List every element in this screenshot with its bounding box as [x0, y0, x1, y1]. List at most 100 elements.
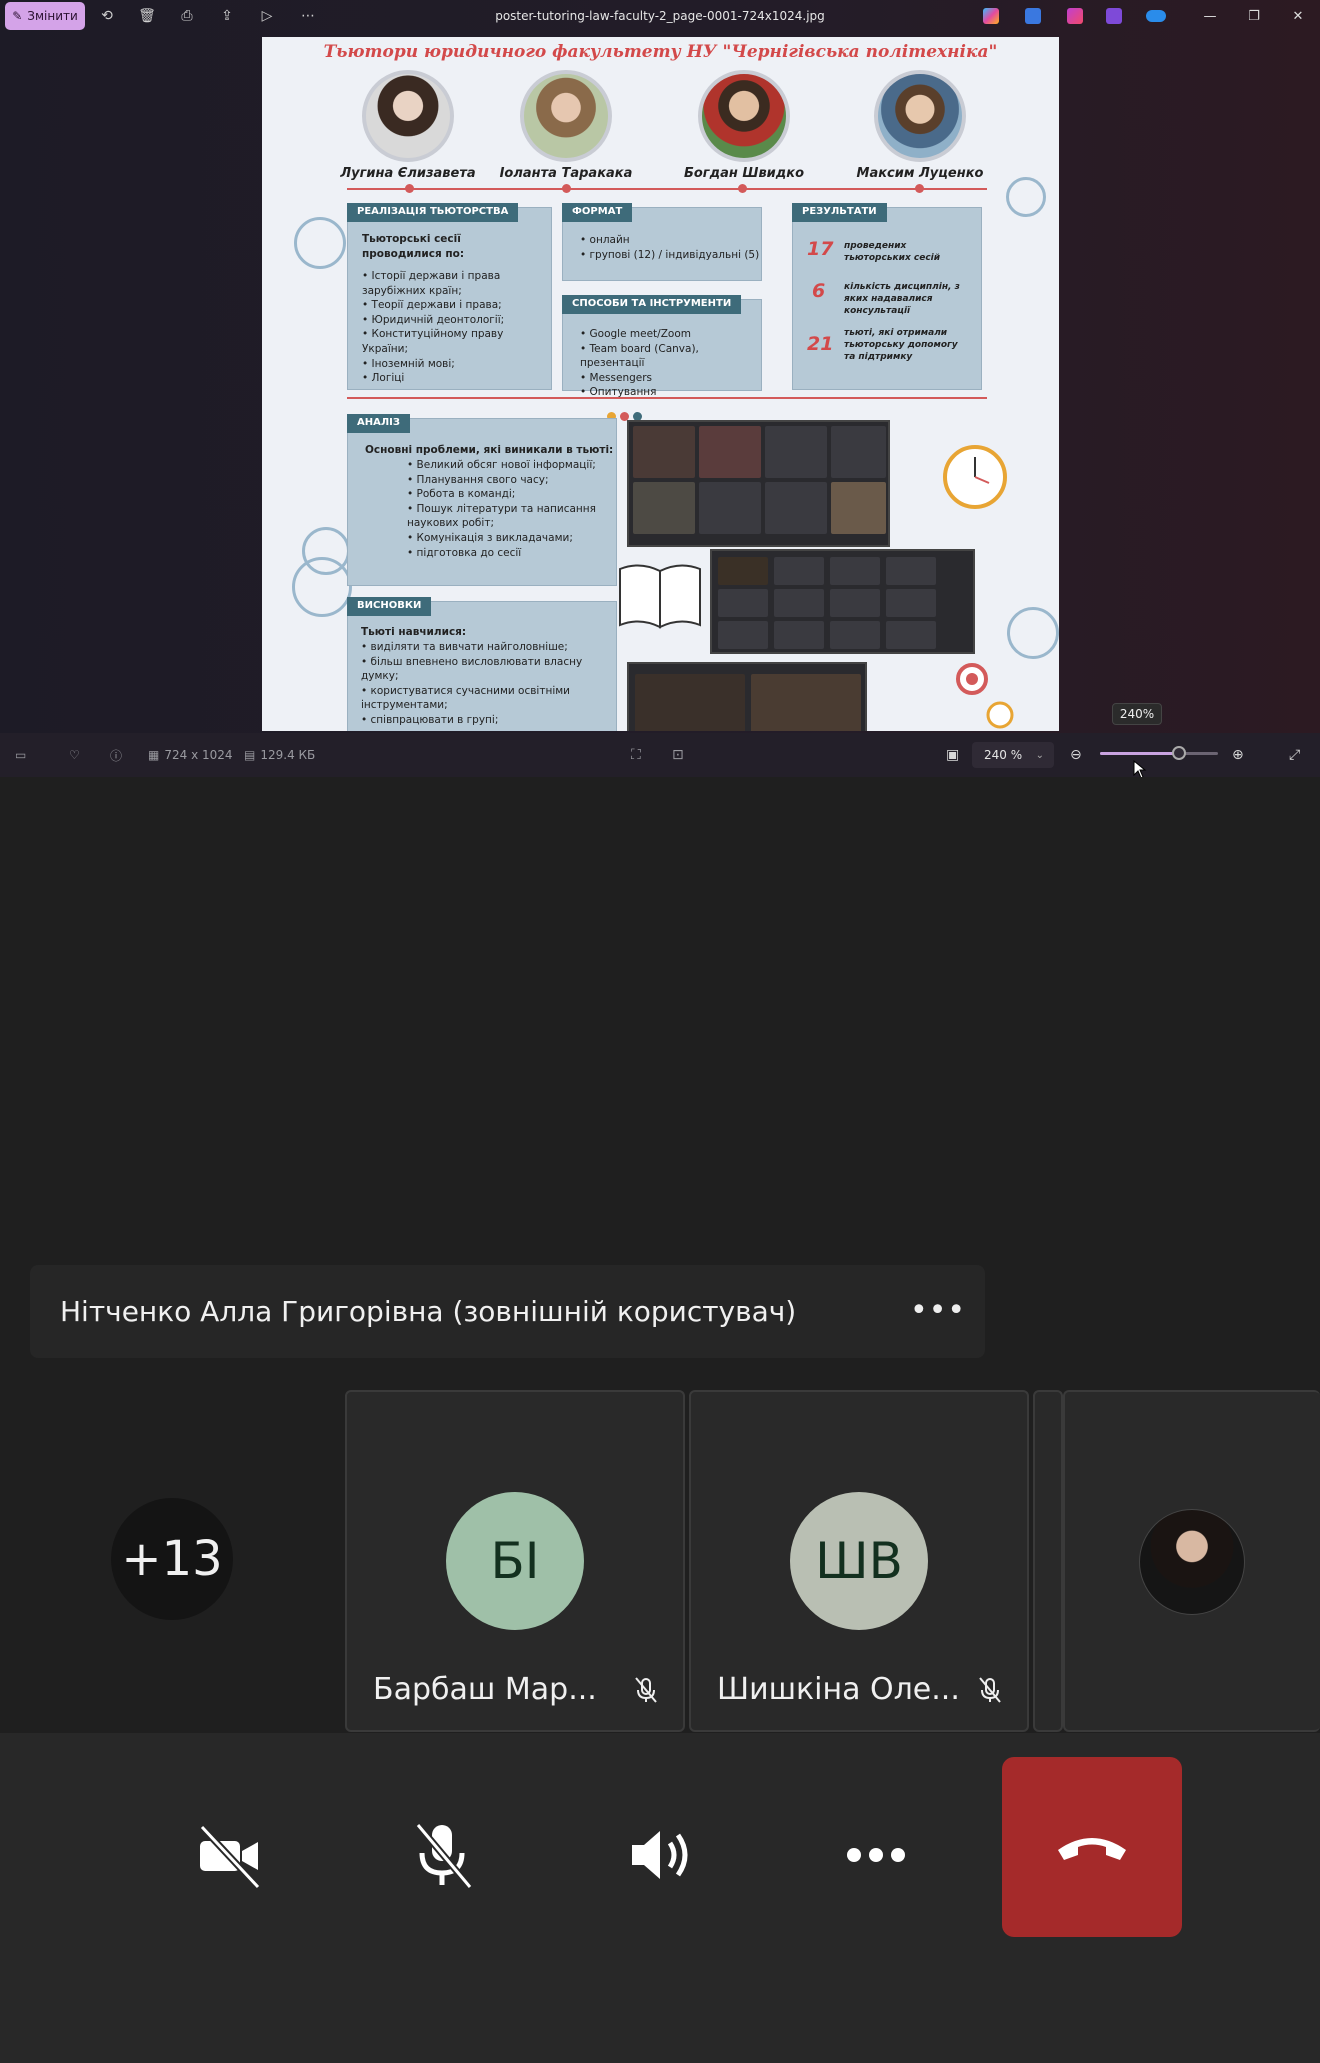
avatar: БІ — [446, 1492, 584, 1630]
overflow-participants-count[interactable]: +13 — [111, 1498, 233, 1620]
mic-toggle-button[interactable] — [392, 1805, 492, 1905]
divider-dot — [738, 184, 747, 193]
zoom-out-icon[interactable]: ⊖ — [1070, 745, 1082, 765]
participant-tile[interactable]: ШВ Шишкіна Оле... — [689, 1390, 1029, 1732]
poster-title: Тьютори юридичного факультету НУ "Черніг… — [323, 42, 998, 62]
decorative-ring — [1006, 177, 1046, 217]
conclusions-heading: ВИСНОВКИ — [347, 597, 432, 616]
list-item: • Google meet/Zoom — [580, 328, 691, 340]
analysis-heading: АНАЛІЗ — [347, 414, 410, 433]
video-cell — [765, 482, 827, 534]
filmstrip-icon[interactable]: ▭ — [15, 745, 26, 765]
video-cell — [635, 674, 745, 731]
list-item: • користуватися сучасними освітніми інст… — [361, 684, 570, 712]
participant-name: Шишкіна Оле... — [717, 1672, 960, 1707]
dimensions-info: ▦ 724 x 1024 — [148, 745, 233, 765]
camera-toggle-button[interactable] — [178, 1805, 278, 1905]
person-name: Лугина Єлизавета — [340, 166, 476, 181]
participant-name: Барбаш Мар... — [373, 1672, 597, 1707]
more-actions-button[interactable] — [826, 1805, 926, 1905]
video-cell — [830, 621, 880, 649]
info-icon[interactable]: ⓘ — [110, 745, 122, 765]
tools-heading: СПОСОБИ ТА ІНСТРУМЕНТИ — [562, 295, 742, 314]
clipchamp-video-icon[interactable] — [1106, 8, 1122, 24]
zoom-select-value: 240 % — [984, 748, 1023, 762]
video-call-screenshot — [627, 662, 867, 731]
clock-illustration — [943, 445, 1007, 509]
divider-line — [347, 188, 987, 190]
mic-off-icon — [415, 1822, 473, 1890]
zoom-slider[interactable] — [1100, 746, 1218, 760]
minimize-icon[interactable]: — — [1196, 4, 1224, 28]
more-icon — [847, 1848, 905, 1862]
list-item: • Team board (Canva), презентації — [580, 342, 699, 370]
video-cell — [699, 482, 761, 534]
list-item: • більш впевнено висловлювати власну дум… — [361, 655, 583, 683]
file-title: poster-tutoring-law-faculty-2_page-0001-… — [495, 9, 825, 23]
realization-intro: Тьюторські сесії проводилися по: — [362, 233, 465, 260]
mouse-cursor-icon — [1133, 760, 1147, 777]
viewer-status-bar: ▭ ♡ ⓘ ▦ 724 x 1024 ▤ 129.4 КБ ⛶ ⊡ ▣ ⊖ ⊕ ⤢ — [0, 733, 1320, 777]
save-icon: ▤ — [244, 748, 256, 762]
fullscreen-icon[interactable]: ⤢ — [1289, 745, 1300, 765]
person-photo — [698, 70, 790, 162]
camera-off-icon — [199, 1824, 261, 1890]
result-number: 6 — [812, 280, 826, 302]
video-cell — [751, 674, 861, 731]
result-text: кількість дисциплін, з яких надавалися к… — [844, 282, 960, 316]
open-book-illustration — [619, 564, 701, 629]
video-call-screenshot — [710, 549, 975, 654]
result-text: тьюті, які отримали тьюторську допомогу … — [844, 328, 958, 362]
participant-tile[interactable]: БІ Барбаш Мар... — [345, 1390, 685, 1732]
clipchamp-icon[interactable] — [1067, 8, 1083, 24]
realization-list: • Історії держави і права зарубіжних кра… — [362, 269, 542, 386]
participant-tile[interactable] — [1063, 1390, 1320, 1732]
chevron-down-icon: ⌄ — [1035, 749, 1044, 761]
video-cell — [633, 426, 695, 478]
zoom-tooltip: 240% — [1112, 703, 1162, 725]
crop-icon[interactable]: ⛶ — [631, 745, 641, 765]
participant-tile-partial[interactable] — [1033, 1390, 1063, 1732]
person-name: Іоланта Таракака — [499, 166, 633, 181]
list-item: • Іноземній мові; — [362, 357, 455, 370]
conclusions-list: • виділяти та вивчати найголовніше; • бі… — [361, 640, 606, 728]
more-options-icon[interactable]: ••• — [910, 1293, 966, 1328]
person-name: Максим Луценко — [856, 166, 984, 181]
divider-dot — [915, 184, 924, 193]
onedrive-icon[interactable] — [1146, 10, 1166, 22]
mic-off-icon — [635, 1677, 657, 1703]
hang-up-button[interactable] — [1002, 1757, 1182, 1937]
speaker-button[interactable] — [610, 1805, 710, 1905]
video-call-screenshot — [627, 420, 890, 547]
target-illustration — [956, 663, 1014, 729]
designer-icon[interactable] — [1025, 8, 1041, 24]
video-cell — [774, 589, 824, 617]
poster-image: Тьютори юридичного факультету НУ "Черніг… — [262, 37, 1059, 731]
close-icon[interactable]: ✕ — [1284, 4, 1312, 28]
decorative-ring — [292, 557, 352, 617]
list-item: • Планування свого часу; — [407, 473, 549, 486]
list-item: • Історії держави і права зарубіжних кра… — [362, 270, 501, 297]
presenter-name: Нітченко Алла Григорівна (зовнішній кори… — [60, 1295, 797, 1328]
dimensions-icon: ▦ — [148, 748, 160, 762]
avatar — [1139, 1509, 1245, 1615]
list-item: • співпрацювати в групі; — [361, 713, 499, 726]
maximize-icon[interactable]: ❐ — [1240, 4, 1268, 28]
list-item: • Великий обсяг нової інформації; — [407, 459, 596, 471]
zoom-select[interactable]: 240 % ⌄ — [972, 742, 1054, 768]
video-cell — [774, 621, 824, 649]
divider-line — [347, 397, 987, 399]
person-photo — [874, 70, 966, 162]
shared-screen: ✎ Змінити ⟲ 🗑 ⎙ ⇪ ▷ ⋯ poster-tutoring-la… — [0, 0, 1320, 777]
mic-off-icon — [979, 1677, 1001, 1703]
list-item: • групові (12) / індивідуальні (5) — [580, 248, 760, 261]
result-number: 17 — [807, 238, 834, 260]
person-photo — [362, 70, 454, 162]
zoom-in-icon[interactable]: ⊕ — [1232, 745, 1244, 765]
presenter-label: Нітченко Алла Григорівна (зовнішній кори… — [30, 1265, 985, 1358]
fit-window-icon[interactable]: ▣ — [946, 745, 959, 765]
copilot-icon[interactable] — [983, 8, 999, 24]
video-cell — [774, 557, 824, 585]
favorite-icon[interactable]: ♡ — [69, 745, 80, 765]
text-recognition-icon[interactable]: ⊡ — [672, 745, 684, 765]
